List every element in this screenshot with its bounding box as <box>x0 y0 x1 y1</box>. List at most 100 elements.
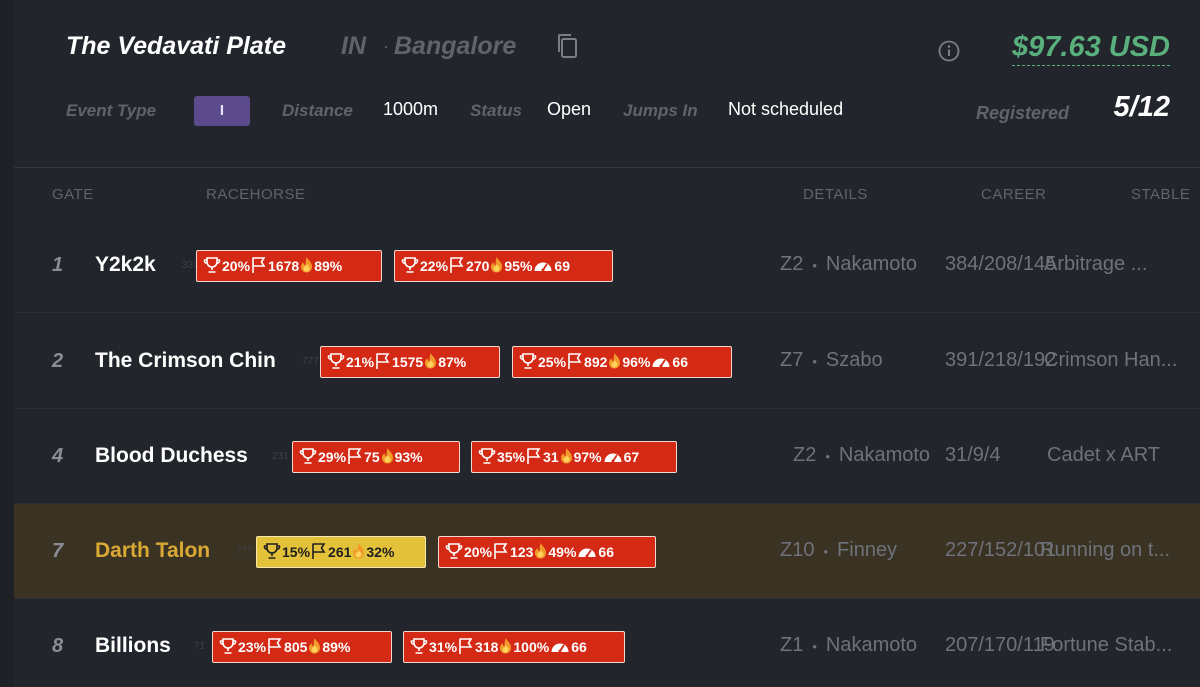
distance-stats-badge[interactable]: 22% 270 95% 69 <box>394 250 613 282</box>
race-entry-row[interactable]: 7 Darth Talon 777 15% 261 32% 20% 123 49% 66 Z10 • F… <box>14 504 1200 599</box>
race-count: 261 <box>328 544 352 560</box>
race-count: 1575 <box>392 354 424 370</box>
trophy-icon <box>519 352 537 373</box>
fire-icon <box>499 637 512 657</box>
speedometer-icon <box>651 352 671 373</box>
copy-icon[interactable] <box>556 33 578 59</box>
race-title: The Vedavati Plate <box>66 32 286 60</box>
registered-label: Registered <box>976 103 1070 123</box>
place-rate: 95% <box>504 258 533 274</box>
speed-rating: 66 <box>598 544 614 560</box>
info-icon[interactable] <box>938 40 960 62</box>
speedometer-icon <box>533 256 553 277</box>
bloodline: Nakamoto <box>825 253 918 275</box>
details-separator: • <box>823 544 829 559</box>
race-count: 892 <box>584 354 608 370</box>
fire-icon <box>560 447 573 467</box>
left-gutter <box>0 0 14 687</box>
racehorse-name[interactable]: Darth Talon <box>95 539 210 563</box>
zone: Z7 <box>780 349 804 371</box>
racehorse-name[interactable]: Blood Duchess <box>95 444 248 468</box>
race-entry-row[interactable]: 1 Y2k2k 331 20% 1678 89% 22% 270 95% 69 Z2 • Nakamot… <box>14 218 1200 313</box>
status-label: Status <box>470 101 522 120</box>
stable-name[interactable]: Fortune Stab... <box>1040 634 1172 657</box>
fire-icon <box>308 637 321 657</box>
speed-rating: 66 <box>672 354 688 370</box>
flag-icon <box>347 447 363 468</box>
overall-stats-badge[interactable]: 29% 75 93% <box>292 441 460 473</box>
overall-stats-badge[interactable]: 23% 805 89% <box>212 631 392 663</box>
trophy-icon <box>410 637 428 658</box>
zone: Z1 <box>780 634 804 656</box>
trophy-icon <box>445 542 463 563</box>
speed-rating: 66 <box>571 639 587 655</box>
place-rate: 93% <box>394 449 423 465</box>
flag-icon <box>458 637 474 658</box>
fire-icon <box>490 256 503 276</box>
stable-name[interactable]: Arbitrage ... <box>1044 253 1147 276</box>
trophy-icon <box>203 256 221 277</box>
column-header-racehorse: RACEHORSE <box>206 186 306 203</box>
place-rate: 100% <box>513 639 550 655</box>
racehorse-name[interactable]: Y2k2k <box>95 253 156 277</box>
fire-icon <box>608 352 621 372</box>
win-rate: 21% <box>346 354 375 370</box>
horse-details: Z1 • Nakamoto <box>780 634 917 657</box>
race-count: 75 <box>364 449 380 465</box>
event-type-badge: I <box>194 96 250 126</box>
horse-details: Z10 • Finney <box>780 539 897 562</box>
distance-label: Distance <box>282 101 353 120</box>
overall-stats-badge[interactable]: 15% 261 32% <box>256 536 426 568</box>
faded-horse-id: 231 <box>272 451 289 462</box>
trophy-icon <box>401 256 419 277</box>
faded-horse-id: 777 <box>236 546 253 557</box>
career-record: 31/9/4 <box>945 444 1001 466</box>
stable-name[interactable]: Running on t... <box>1040 539 1170 562</box>
career-record: 207/170/119 <box>945 634 1055 656</box>
racehorse-name[interactable]: The Crimson Chin <box>95 349 276 373</box>
place-rate: 97% <box>573 449 602 465</box>
details-separator: • <box>812 258 817 273</box>
distance-stats-badge[interactable]: 25% 892 96% 66 <box>512 346 732 378</box>
overall-stats-badge[interactable]: 21% 1575 87% <box>320 346 500 378</box>
distance-stats-badge[interactable]: 35% 31 97% 67 <box>471 441 677 473</box>
trophy-icon <box>219 637 237 658</box>
fire-icon <box>352 542 365 562</box>
bloodline: Nakamoto <box>825 634 918 656</box>
speedometer-icon <box>603 447 623 468</box>
distance-value: 1000m <box>383 99 439 119</box>
speedometer-icon <box>577 542 597 563</box>
place-rate: 89% <box>322 639 351 655</box>
win-rate: 31% <box>429 639 458 655</box>
place-rate: 49% <box>548 544 577 560</box>
stable-name[interactable]: Cadet x ART <box>1047 444 1160 467</box>
jumps-in-label: Jumps In <box>623 101 698 120</box>
flag-icon <box>449 256 465 277</box>
race-entry-row[interactable]: 4 Blood Duchess 231 29% 75 93% 35% 31 97% 67 Z2 • Na… <box>14 409 1200 504</box>
speed-rating: 69 <box>554 258 570 274</box>
distance-stats-badge[interactable]: 31% 318 100% 66 <box>403 631 625 663</box>
horse-details: Z7 • Szabo <box>780 349 883 372</box>
horse-details: Z2 • Nakamoto <box>780 253 917 276</box>
place-rate: 89% <box>314 258 343 274</box>
stable-name[interactable]: Crimson Han... <box>1044 349 1177 372</box>
win-rate: 35% <box>497 449 526 465</box>
details-separator: • <box>825 449 830 464</box>
trophy-icon <box>263 542 281 563</box>
distance-stats-badge[interactable]: 20% 123 49% 66 <box>438 536 656 568</box>
overall-stats-badge[interactable]: 20% 1678 89% <box>196 250 382 282</box>
racehorse-name[interactable]: Billions <box>95 634 171 658</box>
column-header-career: CAREER <box>981 186 1047 203</box>
entry-fee-price[interactable]: $97.63 USD <box>1012 30 1170 66</box>
win-rate: 29% <box>318 449 347 465</box>
trophy-icon <box>478 447 496 468</box>
location-separator: · <box>383 36 389 56</box>
race-entry-row[interactable]: 2 The Crimson Chin 777 21% 1575 87% 25% 892 96% 6… <box>14 314 1200 409</box>
career-record: 384/208/145 <box>945 253 1057 275</box>
fire-icon <box>424 352 437 372</box>
zone: Z10 <box>780 539 815 561</box>
race-count: 123 <box>510 544 534 560</box>
gate-number: 7 <box>52 540 64 562</box>
win-rate: 23% <box>238 639 267 655</box>
race-entry-row[interactable]: 8 Billions 71 23% 805 89% 31% 318 100% 66 Z1 • Nakam… <box>14 599 1200 687</box>
